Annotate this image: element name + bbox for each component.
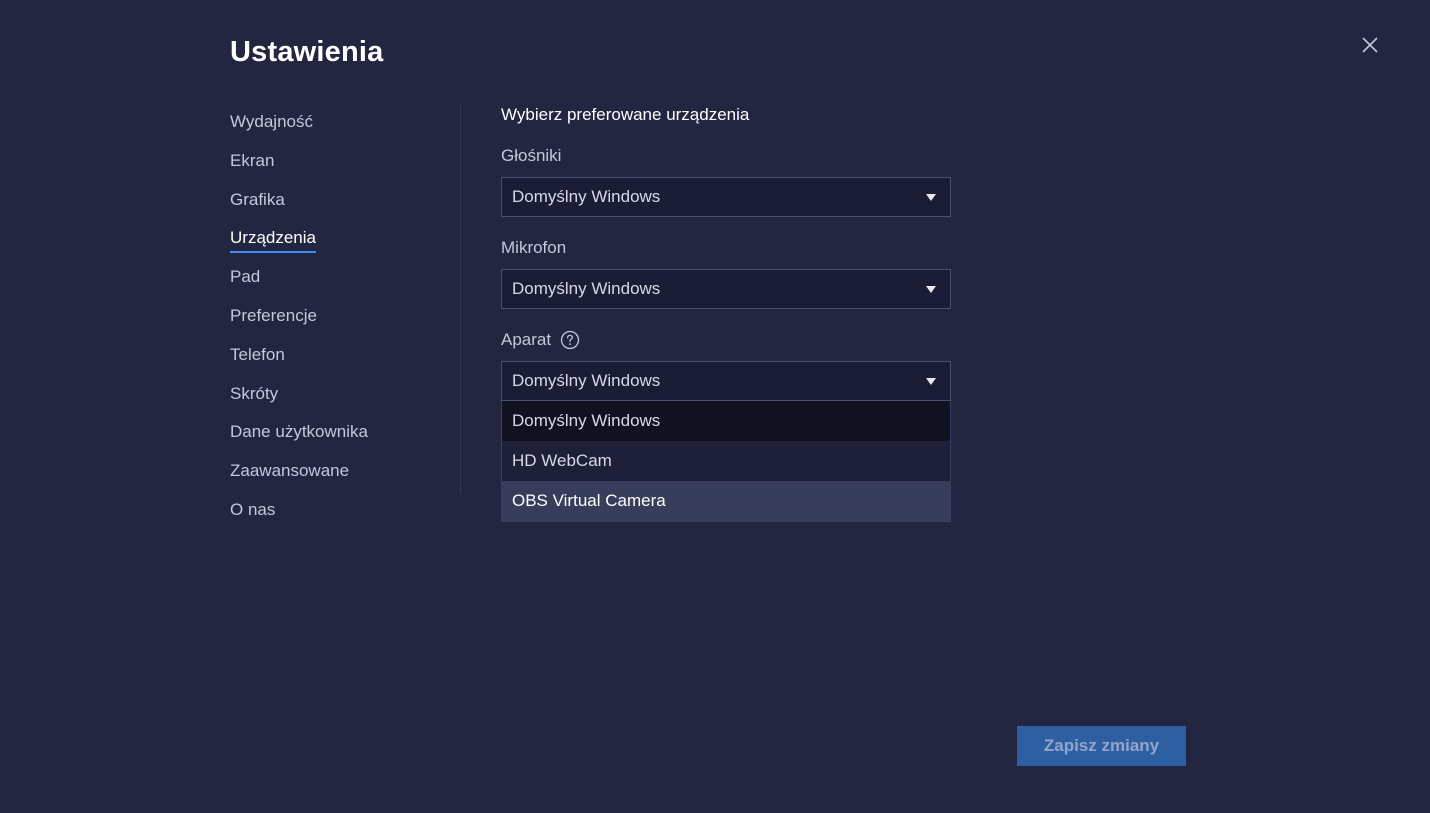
camera-dropdown: Domyślny Windows HD WebCam OBS Virtual C…	[501, 401, 951, 522]
sidebar-item-display[interactable]: Ekran	[230, 143, 460, 182]
sidebar-item-label: Wydajność	[230, 112, 313, 131]
sidebar-item-gamepad[interactable]: Pad	[230, 259, 460, 298]
section-title: Wybierz preferowane urządzenia	[501, 105, 750, 124]
sidebar-item-performance[interactable]: Wydajność	[230, 104, 460, 143]
camera-option[interactable]: Domyślny Windows	[502, 401, 950, 441]
sidebar-item-label: Skróty	[230, 383, 279, 403]
sidebar-item-about[interactable]: O nas	[230, 492, 460, 531]
sidebar-item-phone[interactable]: Telefon	[230, 337, 460, 376]
sidebar-item-label: Preferencje	[230, 305, 317, 325]
camera-option[interactable]: HD WebCam	[502, 441, 950, 481]
settings-sidebar: Wydajność Ekran Grafika Urządzenia Pad P…	[230, 104, 460, 531]
settings-page: Ustawienia Wydajność Ekran Grafika Urząd…	[0, 0, 1430, 813]
microphone-label: Mikrofon	[501, 238, 567, 257]
sidebar-item-graphics[interactable]: Grafika	[230, 182, 460, 221]
sidebar-item-advanced[interactable]: Zaawansowane	[230, 453, 460, 492]
help-circle-icon[interactable]	[560, 330, 580, 350]
sidebar-item-label: Grafika	[230, 189, 285, 209]
speakers-select-value: Domyślny Windows	[512, 187, 661, 206]
sidebar-item-shortcuts[interactable]: Skróty	[230, 376, 460, 415]
chevron-down-icon	[926, 378, 936, 385]
camera-select[interactable]: Domyślny Windows	[501, 361, 951, 401]
page-title: Ustawienia	[230, 36, 384, 68]
microphone-select[interactable]: Domyślny Windows	[501, 269, 951, 309]
chevron-down-icon	[926, 286, 936, 293]
camera-option-hovered[interactable]: OBS Virtual Camera	[502, 481, 950, 521]
sidebar-divider	[460, 104, 461, 494]
chevron-down-icon	[926, 194, 936, 201]
sidebar-item-label: Telefon	[230, 344, 285, 364]
sidebar-item-devices[interactable]: Urządzenia	[230, 220, 460, 259]
camera-label: Aparat	[501, 330, 552, 349]
camera-label-row: Aparat	[501, 329, 951, 351]
devices-panel: Wybierz preferowane urządzenia Głośniki …	[501, 104, 951, 522]
speakers-select[interactable]: Domyślny Windows	[501, 177, 951, 217]
sidebar-item-preferences[interactable]: Preferencje	[230, 298, 460, 337]
sidebar-item-label: Pad	[230, 267, 261, 287]
camera-select-value: Domyślny Windows	[512, 371, 661, 390]
sidebar-item-label: Ekran	[230, 150, 275, 170]
sidebar-item-user-data[interactable]: Dane użytkownika	[230, 414, 460, 453]
sidebar-item-label: Urządzenia	[230, 227, 316, 254]
microphone-select-value: Domyślny Windows	[512, 279, 661, 298]
sidebar-item-label: Zaawansowane	[230, 461, 350, 481]
sidebar-item-label: O nas	[230, 499, 276, 519]
sidebar-item-label: Dane użytkownika	[230, 422, 368, 442]
speakers-label: Głośniki	[501, 146, 562, 165]
save-button[interactable]: Zapisz zmiany	[1017, 726, 1186, 766]
close-icon[interactable]	[1358, 33, 1382, 57]
